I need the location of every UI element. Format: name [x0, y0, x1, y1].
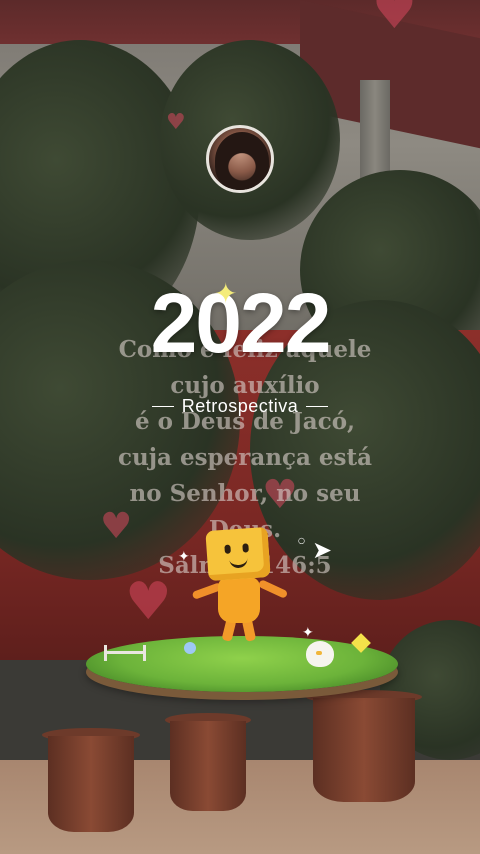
profile-avatar[interactable] [206, 125, 274, 193]
plant-pot [306, 690, 422, 802]
heart-icon: ♥ [166, 110, 186, 135]
verse-line: cuja esperança está [117, 444, 373, 471]
plant-pot [42, 728, 140, 832]
mascot-body [218, 577, 260, 623]
fence-icon [104, 645, 146, 661]
mascot-illustration-icon [180, 525, 300, 655]
chick-beak [316, 651, 322, 655]
subtitle-row: Retrospectiva [0, 396, 480, 417]
mascot-eye [242, 543, 249, 553]
paper-plane-icon: ➤ [312, 536, 333, 564]
mascot-arm [257, 579, 289, 599]
retrospective-subtitle: Retrospectiva [181, 396, 299, 416]
heart-icon: ♥ [372, 0, 417, 40]
chick-icon [306, 641, 334, 667]
mascot-eye [224, 544, 231, 554]
divider-left [151, 406, 174, 407]
user-avatar-photo-icon [215, 132, 269, 190]
sparkle-icon: ✦ [214, 277, 238, 310]
sparkle-small-icon: ○ [298, 536, 305, 545]
plant-pot [165, 713, 251, 811]
divider-right [306, 406, 329, 407]
verse-line: no Senhor, no seu [129, 480, 361, 507]
mascot-smile [229, 554, 248, 569]
mascot-head [205, 526, 271, 582]
sparkle-small-icon: ✦ [302, 625, 314, 641]
sparkle-small-icon: ✦ [178, 549, 190, 565]
